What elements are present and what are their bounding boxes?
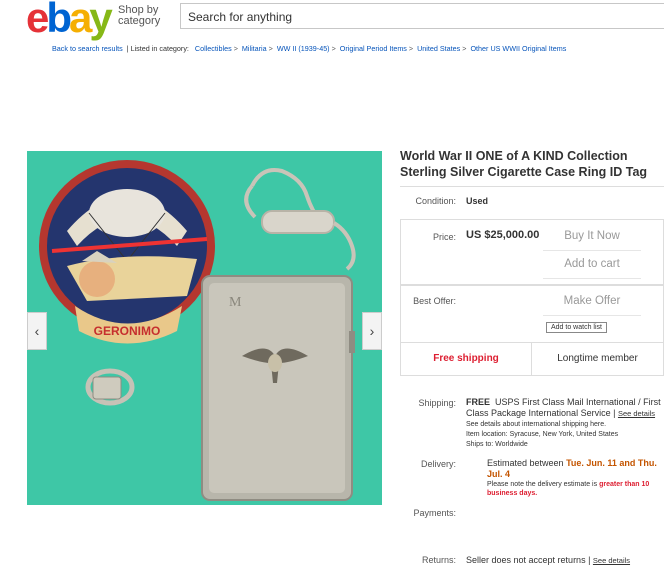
- free-shipping-badge: Free shipping: [400, 342, 532, 376]
- breadcrumb-item-original-period[interactable]: Original Period Items: [340, 44, 407, 53]
- gallery-prev-button[interactable]: ‹: [27, 312, 47, 350]
- shop-by-line2: category: [118, 15, 161, 27]
- returns-details-link[interactable]: See details: [593, 556, 630, 565]
- delivery-estimate: Estimated between Tue. Jun. 11 and Thu. …: [487, 458, 664, 480]
- logo-letter-b: b: [46, 0, 72, 41]
- case-monogram: M: [229, 295, 242, 310]
- logo-letter-e: e: [26, 0, 49, 41]
- returns-text: Seller does not accept returns |: [466, 555, 591, 565]
- free-shipping-text: Free shipping: [433, 353, 499, 364]
- add-to-cart-button[interactable]: Add to cart: [543, 258, 641, 279]
- shipping-note: See details about international shipping…: [466, 421, 607, 428]
- delivery-dates-2: Jul. 4: [487, 469, 511, 479]
- gallery-next-button[interactable]: ›: [362, 312, 382, 350]
- delivery-dates-1: Tue. Jun. 11 and Thu.: [566, 458, 657, 468]
- item-photo[interactable]: GERONIMO M: [27, 151, 382, 505]
- shop-by-category-button[interactable]: Shop by category: [118, 5, 160, 27]
- longtime-member-text: Longtime member: [557, 353, 638, 364]
- search-input[interactable]: Search for anything: [180, 3, 664, 29]
- longtime-member-badge: Longtime member: [531, 342, 664, 376]
- ships-to: Ships to: Worldwide: [466, 441, 528, 448]
- back-to-search-link[interactable]: Back to search results: [52, 44, 123, 53]
- breadcrumb-item-militaria[interactable]: Militaria: [242, 44, 267, 53]
- shipping-line1: USPS First Class Mail International / Fi…: [495, 397, 661, 407]
- id-bracelet-image: [244, 168, 356, 271]
- geronimo-patch-image: GERONIMO: [39, 160, 215, 344]
- delivery-label: Delivery:: [420, 459, 456, 469]
- returns-value: Seller does not accept returns | See det…: [466, 555, 630, 565]
- chevron-left-icon: ‹: [34, 323, 40, 339]
- listing-title: World War II ONE of A KIND Collection St…: [400, 149, 648, 179]
- price-label: Price:: [432, 232, 456, 242]
- breadcrumb-item-united-states[interactable]: United States: [417, 44, 460, 53]
- breadcrumb-item-collectibles[interactable]: Collectibles: [195, 44, 232, 53]
- best-offer-label: Best Offer:: [413, 296, 456, 306]
- see-details-link[interactable]: See details: [618, 409, 655, 418]
- add-to-watch-list-button[interactable]: Add to watch list: [546, 322, 607, 333]
- cigarette-case-image: M: [201, 275, 355, 501]
- payments-label: Payments:: [413, 508, 456, 518]
- price-value: US $25,000.00: [466, 229, 540, 241]
- returns-label: Returns:: [421, 555, 456, 565]
- make-offer-button[interactable]: Make Offer: [543, 295, 641, 316]
- condition-label: Condition:: [415, 196, 456, 206]
- delivery-note: Please note the delivery estimate is gre…: [487, 480, 664, 498]
- delivery-note-prefix: Please note the delivery estimate is: [487, 481, 598, 488]
- search-placeholder: Search for anything: [188, 10, 293, 24]
- shipping-free: FREE: [466, 397, 491, 407]
- chevron-right-icon: ›: [369, 323, 375, 339]
- delivery-prefix: Estimated between: [487, 458, 564, 468]
- buy-it-now-button[interactable]: Buy It Now: [543, 230, 641, 251]
- ebay-logo[interactable]: ebay: [26, 0, 113, 41]
- shipping-label: Shipping:: [418, 398, 456, 408]
- shipping-line2: Class Package International Service |: [466, 408, 616, 418]
- listed-in-label: | Listed in category:: [126, 44, 189, 53]
- condition-value: Used: [466, 196, 489, 206]
- shipping-details: FREE USPS First Class Mail International…: [466, 397, 664, 419]
- patch-text: GERONIMO: [94, 324, 161, 338]
- logo-letter-y: y: [89, 0, 112, 41]
- title-divider: [400, 186, 664, 187]
- breadcrumb-item-ww2[interactable]: WW II (1939-45): [277, 44, 330, 53]
- item-photo-illustration: GERONIMO M: [39, 160, 356, 501]
- breadcrumb-item-other-us-wwii[interactable]: Other US WWII Original Items: [470, 44, 566, 53]
- logo-letter-a: a: [69, 0, 92, 41]
- item-location: Item location: Syracuse, New York, Unite…: [466, 431, 619, 438]
- ring-image: [85, 368, 135, 406]
- breadcrumb: Back to search results | Listed in categ…: [52, 44, 567, 53]
